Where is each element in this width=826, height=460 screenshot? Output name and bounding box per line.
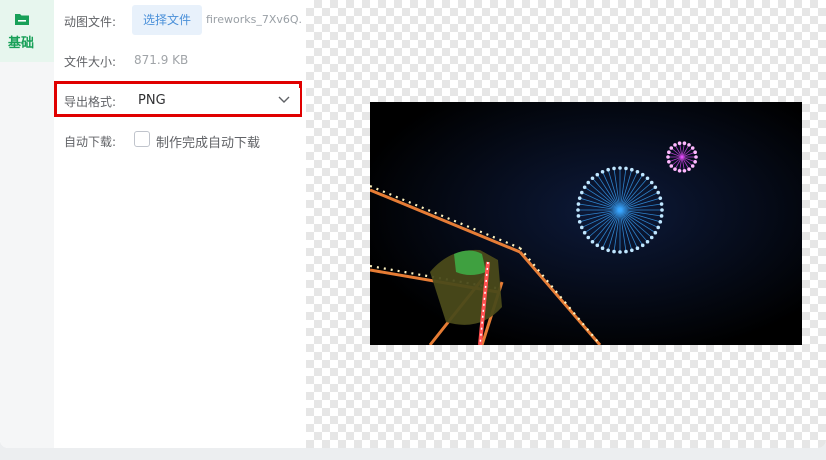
nav-rail: 基础 [0, 0, 54, 448]
export-format-value: PNG [138, 93, 166, 108]
choose-file-button[interactable]: 选择文件 [132, 5, 202, 35]
app-frame: 基础 动图文件: 选择文件 fireworks_7Xv6Q... 文件大小: 8… [0, 0, 826, 448]
anim-file-label: 动图文件: [64, 15, 117, 29]
folder-icon [15, 14, 29, 25]
settings-panel: 动图文件: 选择文件 fireworks_7Xv6Q... 文件大小: 871.… [54, 0, 306, 448]
fireworks-ferris-wheel-image [370, 102, 802, 345]
file-size-label: 文件大小: [64, 55, 117, 69]
preview-area [306, 0, 826, 448]
nav-item-basic[interactable]: 基础 [0, 0, 54, 62]
chevron-down-icon [278, 96, 290, 103]
auto-download-option[interactable]: 制作完成自动下载 [156, 132, 260, 151]
file-name: fireworks_7Xv6Q... [206, 13, 302, 26]
file-size-value: 871.9 KB [134, 53, 189, 67]
export-format-label: 导出格式: [64, 95, 117, 109]
auto-download-checkbox[interactable] [134, 131, 150, 147]
export-format-select[interactable]: PNG [130, 88, 300, 114]
nav-item-label: 基础 [7, 36, 34, 51]
auto-download-label: 自动下载: [64, 135, 117, 149]
